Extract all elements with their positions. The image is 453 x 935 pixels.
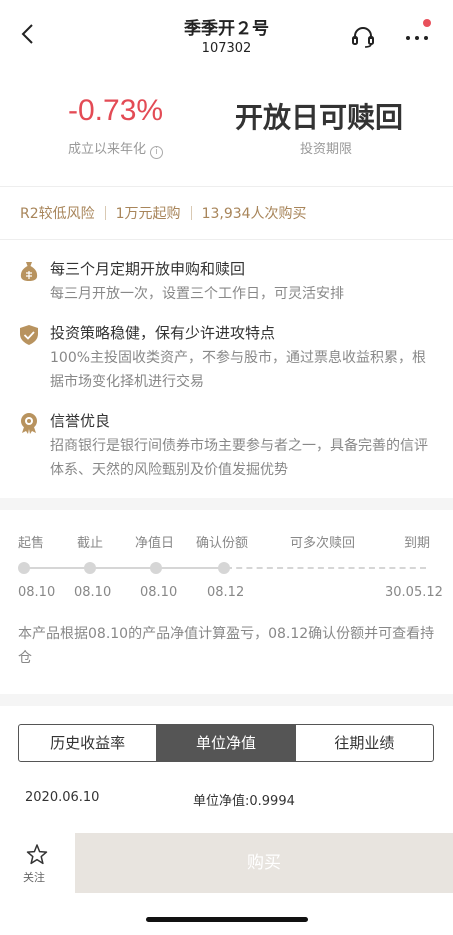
money-bag-icon	[20, 262, 38, 281]
product-code: 107302	[201, 41, 252, 56]
buy-button[interactable]: 购买	[75, 833, 453, 893]
feature-desc: 每三月开放一次，设置三个工作日，可灵活安排	[50, 286, 344, 302]
timeline-label-start: 起售	[18, 536, 45, 551]
tag-separator	[104, 206, 106, 220]
shield-check-icon	[20, 325, 38, 345]
timeline-label-confirm: 确认份额	[196, 536, 249, 551]
period-label: 投资期限	[300, 142, 353, 157]
nav-unit-value: 单位净值:0.9994	[193, 794, 295, 809]
rate-label: 成立以来年化 i	[68, 138, 164, 159]
timeline-date: 08.10	[18, 585, 56, 600]
timeline-node	[84, 562, 96, 574]
bottom-action-bar: 关注 购买	[0, 833, 453, 893]
min-purchase-tag: 1万元起购	[115, 206, 181, 222]
timeline-node	[150, 562, 162, 574]
page-title: 季季开２号	[184, 19, 269, 39]
hero-section: -0.73% 成立以来年化 i 开放日可赎回 投资期限	[0, 64, 453, 186]
feature-title: 每三个月定期开放申购和赎回	[50, 260, 246, 278]
follow-label[interactable]: 关注	[23, 869, 45, 885]
timeline-date: 30.05.12	[385, 585, 443, 600]
tab-past-performance[interactable]: 往期业绩	[294, 725, 433, 761]
timeline-node	[18, 562, 30, 574]
notification-dot	[423, 19, 431, 27]
timeline-date: 08.12	[207, 585, 245, 600]
timeline-date: 08.10	[74, 585, 112, 600]
feature-desc: 招商银行是银行间债券市场主要参与者之一，具备完善的信评体系、天然的风险甄别及价值…	[50, 438, 428, 478]
navigation-bar: 季季开２号 107302	[0, 0, 453, 64]
timeline-label-end: 截止	[77, 536, 104, 551]
tab-unit-nav[interactable]: 单位净值	[156, 725, 295, 761]
feature-title: 投资策略稳健，保有少许进攻特点	[50, 324, 276, 342]
timeline-note: 本产品根据08.10的产品净值计算盈亏，08.12确认份额并可查看持仓	[18, 626, 435, 666]
star-icon[interactable]	[25, 843, 49, 867]
section-gap	[0, 694, 453, 706]
rate-label-text: 成立以来年化	[68, 142, 147, 157]
tag-separator	[190, 206, 192, 220]
timeline-date: 08.10	[140, 585, 178, 600]
timeline-section: 起售 截止 净值日 确认份额 可多次赎回 到期 08.10 08.10 08.1…	[0, 510, 453, 694]
product-tags: R2较低风险 1万元起购 13,934人次购买	[0, 187, 453, 239]
section-gap	[0, 498, 453, 510]
home-indicator	[146, 917, 308, 922]
timeline-track-dashed	[226, 567, 426, 569]
more-icon[interactable]	[402, 26, 432, 46]
timeline-label-nav-date: 净值日	[135, 536, 175, 551]
timeline-node	[218, 562, 230, 574]
timeline-label-redeem: 可多次赎回	[290, 536, 356, 551]
feature-desc: 100%主投固收类资产，不参与股市，通过票息收益积累，根据市场变化择机进行交易	[50, 350, 427, 390]
investment-period: 开放日可赎回	[235, 101, 404, 134]
risk-tag: R2较低风险	[20, 206, 95, 222]
timeline-track	[24, 567, 224, 569]
info-icon[interactable]: i	[150, 146, 164, 159]
performance-tabs: 历史收益率 单位净值 往期业绩	[18, 724, 434, 762]
headset-icon[interactable]	[350, 24, 376, 50]
annualized-rate: -0.73%	[68, 94, 164, 127]
feature-title: 信誉优良	[50, 412, 111, 430]
purchase-count-tag: 13,934人次购买	[201, 206, 307, 222]
badge-icon	[21, 413, 37, 434]
nav-date: 2020.06.10	[25, 790, 100, 805]
feature-list: 每三个月定期开放申购和赎回 每三月开放一次，设置三个工作日，可灵活安排 投资策略…	[0, 240, 453, 498]
tab-historical-yield[interactable]: 历史收益率	[19, 725, 156, 761]
timeline-label-maturity: 到期	[404, 536, 431, 551]
